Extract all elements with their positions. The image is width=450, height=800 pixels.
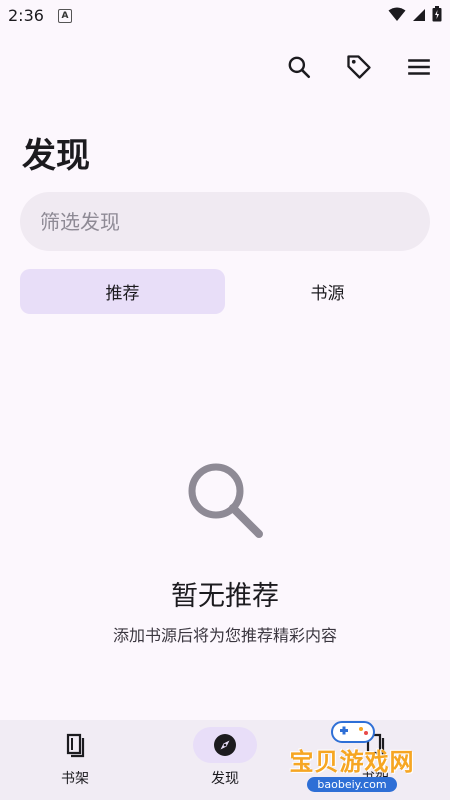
tag-button[interactable] — [342, 50, 376, 84]
nav-pill — [193, 727, 257, 763]
watermark: 宝贝游戏网 baobeiy.com — [272, 716, 432, 792]
menu-icon — [408, 59, 430, 75]
filter-search-input[interactable] — [20, 192, 430, 251]
status-bar: 2:36 A — [0, 0, 450, 32]
tab-book-source[interactable]: 书源 — [225, 269, 430, 314]
empty-state-subtitle: 添加书源后将为您推荐精彩内容 — [112, 626, 337, 645]
nav-label: 书架 — [61, 771, 89, 787]
tab-bar: 推荐 书源 — [20, 269, 430, 314]
toolbar — [282, 50, 436, 84]
search-icon — [288, 56, 311, 79]
menu-button[interactable] — [402, 50, 436, 84]
nav-pill — [43, 727, 107, 763]
search-button[interactable] — [282, 50, 316, 84]
book-icon — [66, 733, 85, 758]
wifi-icon — [388, 6, 406, 26]
gamepad-icon — [331, 721, 375, 743]
signal-icon — [412, 7, 426, 26]
nav-label: 发现 — [211, 771, 239, 787]
empty-state-title: 暂无推荐 — [171, 581, 279, 612]
page-title: 发现 — [22, 136, 90, 176]
tab-label: 推荐 — [105, 284, 140, 304]
compass-icon — [214, 734, 236, 756]
watermark-title: 宝贝游戏网 — [289, 748, 415, 776]
notification-icon: A — [58, 9, 72, 23]
search-icon — [188, 463, 263, 538]
tab-recommend[interactable]: 推荐 — [20, 269, 225, 314]
tab-label: 书源 — [310, 284, 345, 304]
status-time: 2:36 — [8, 6, 44, 25]
watermark-url: baobeiy.com — [307, 777, 397, 792]
tag-icon — [347, 55, 371, 79]
battery-icon — [432, 6, 442, 26]
nav-item-bookshelf[interactable]: 书架 — [0, 720, 150, 800]
status-icons — [388, 6, 442, 26]
